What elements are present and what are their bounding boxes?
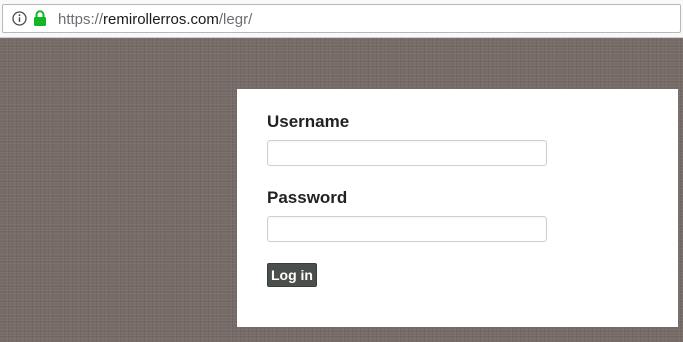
url-scheme: https:// (58, 11, 104, 28)
url-host: remirollerros.com (103, 11, 219, 28)
username-input[interactable] (267, 140, 547, 166)
info-icon[interactable] (12, 11, 27, 26)
url-text[interactable]: https://remirollerros.com/legr/ (58, 11, 252, 28)
url-path: /legr/ (218, 11, 253, 28)
url-field[interactable]: https://remirollerros.com/legr/ (2, 4, 681, 33)
password-label: Password (267, 188, 348, 207)
lock-icon[interactable] (33, 10, 47, 27)
username-label: Username (267, 112, 350, 131)
password-input[interactable] (267, 216, 547, 242)
browser-address-bar: https://remirollerros.com/legr/ (0, 0, 683, 38)
login-panel: Username Password Log in (237, 89, 678, 327)
login-button[interactable]: Log in (267, 263, 317, 287)
